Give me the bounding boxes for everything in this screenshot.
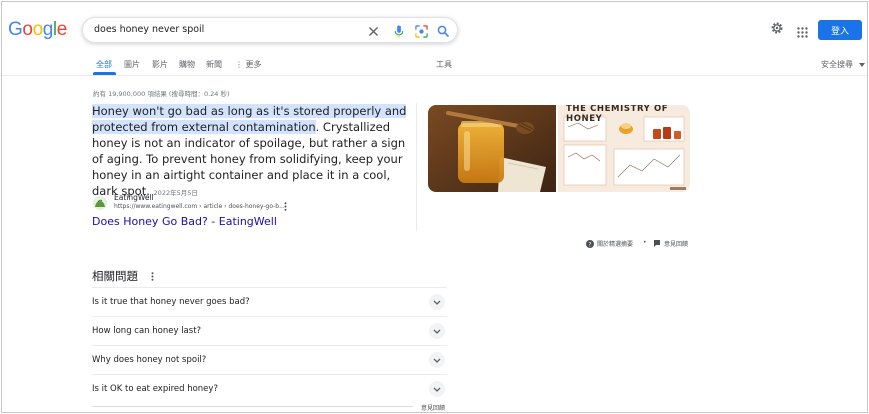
logo-letter: o — [22, 19, 33, 40]
related-question-item[interactable]: Is it OK to eat expired honey? — [92, 374, 447, 403]
browser-viewport: Google does honey never spoil 登入 全部 圖片 影… — [1, 1, 868, 413]
result-stats: 約有 19,900,000 項結果 (搜尋時間：0.24 秒) — [93, 90, 230, 98]
tools-button[interactable]: 工具 — [436, 59, 452, 70]
snippet-divider — [416, 103, 417, 231]
clear-icon[interactable] — [364, 22, 382, 40]
eatingwell-favicon[interactable] — [93, 196, 107, 210]
related-questions-divider — [92, 406, 413, 407]
chevron-down-icon[interactable] — [429, 381, 445, 397]
microphone-icon[interactable] — [390, 22, 408, 40]
logo-letter: o — [32, 19, 44, 40]
about-featured-snippet-button[interactable]: ? 關於精選摘要 — [586, 239, 633, 248]
related-question-text: How long can honey last? — [92, 326, 202, 336]
featured-snippet-text: Honey won't go bad as long as it's store… — [92, 103, 412, 201]
related-questions-title: 相關問題 — [92, 269, 138, 283]
result-title-link[interactable]: Does Honey Go Bad? - EatingWell — [92, 215, 277, 228]
dot-separator: • — [643, 239, 647, 246]
logo-letter: g — [42, 19, 54, 40]
camera-lens-icon[interactable] — [412, 22, 430, 40]
header: Google does honey never spoil 登入 全部 圖片 影… — [2, 2, 867, 76]
related-question-text: Why does honey not spoil? — [92, 355, 207, 365]
tab-more[interactable]: ⋮ 更多 — [235, 59, 262, 70]
related-question-item[interactable]: Is it true that honey never goes bad? — [92, 287, 447, 316]
related-question-item[interactable]: How long can honey last? — [92, 316, 447, 345]
svg-text:?: ? — [588, 241, 591, 248]
more-options-icon[interactable] — [281, 201, 289, 211]
chevron-down-icon[interactable] — [429, 323, 445, 339]
search-icon[interactable] — [434, 22, 452, 40]
source-name[interactable]: EatingWell — [114, 193, 154, 202]
feedback-label: 意見回饋 — [664, 241, 689, 248]
logo-letter: G — [8, 19, 23, 40]
settings-gear-icon[interactable] — [770, 20, 784, 39]
tab-images[interactable]: 圖片 — [124, 59, 140, 70]
honey-chemistry-infographic[interactable]: THE CHEMISTRY OF HONEY — [558, 105, 690, 192]
logo-letter: e — [56, 19, 68, 40]
tab-news[interactable]: 新聞 — [206, 59, 222, 70]
related-question-text: Is it OK to eat expired honey? — [92, 384, 218, 394]
safe-search-button[interactable]: 安全搜尋 — [821, 59, 865, 70]
feedback-flag-icon — [654, 239, 660, 247]
snippet-feedback-button[interactable]: 意見回饋 — [653, 239, 688, 248]
infographic-title: THE CHEMISTRY OF HONEY — [566, 105, 669, 124]
help-circle-icon: ? — [586, 239, 594, 248]
login-button[interactable]: 登入 — [818, 20, 862, 40]
active-tab-indicator — [93, 72, 116, 75]
about-label: 關於精選摘要 — [597, 241, 634, 248]
safe-search-label: 安全搜尋 — [821, 60, 853, 69]
more-options-icon[interactable] — [149, 270, 155, 282]
apps-grid-icon[interactable] — [797, 23, 808, 42]
related-feedback-button[interactable]: 意見回饋 — [421, 403, 445, 412]
source-url[interactable]: https://www.eatingwell.com › article › d… — [114, 203, 285, 210]
snippet-date: 2022年5月5日 — [153, 189, 198, 197]
tab-all[interactable]: 全部 — [96, 59, 112, 70]
search-box[interactable]: does honey never spoil — [82, 17, 458, 43]
search-input[interactable]: does honey never spoil — [94, 24, 204, 35]
search-tabs: 全部 圖片 影片 購物 新聞 ⋮ 更多 工具 安全搜尋 — [2, 50, 867, 76]
related-question-text: Is it true that honey never goes bad? — [92, 297, 250, 307]
related-question-item[interactable]: Why does honey not spoil? — [92, 345, 447, 374]
chevron-down-icon[interactable] — [429, 294, 445, 310]
tab-shopping[interactable]: 購物 — [179, 59, 195, 70]
tab-videos[interactable]: 影片 — [152, 59, 168, 70]
honey-jar-image[interactable] — [428, 105, 556, 192]
google-logo[interactable]: Google — [8, 19, 67, 41]
caret-down-icon — [858, 62, 865, 67]
chevron-down-icon[interactable] — [429, 352, 445, 368]
